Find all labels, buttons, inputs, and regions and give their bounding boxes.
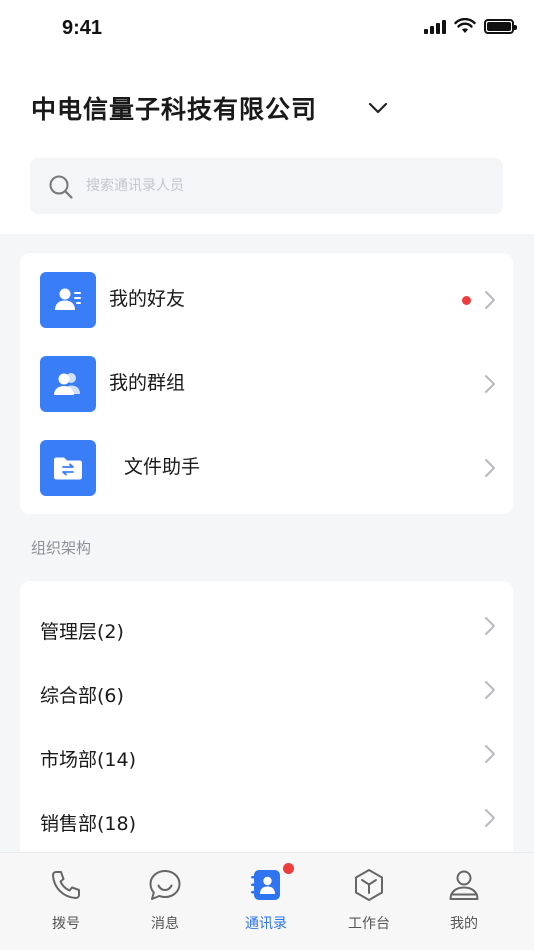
chevron-right-icon xyxy=(485,375,495,393)
status-time: 9:41 xyxy=(62,17,103,39)
department-item[interactable]: 综合部(6) xyxy=(20,659,513,723)
status-bar: 9:41 xyxy=(0,0,534,58)
tab-label: 工作台 xyxy=(348,916,390,932)
department-item[interactable]: 销售部(18) xyxy=(20,787,513,851)
quick-item-label: 我的群组 xyxy=(109,372,186,394)
battery-icon xyxy=(484,18,517,34)
chevron-right-icon xyxy=(485,745,495,763)
department-label: 销售部(18) xyxy=(40,813,137,835)
profile-icon xyxy=(449,870,479,900)
quick-item-groups[interactable]: 我的群组 xyxy=(20,337,513,421)
search-input[interactable] xyxy=(86,158,486,214)
chevron-right-icon xyxy=(485,459,495,477)
signal-icon xyxy=(424,19,446,34)
chevron-down-icon[interactable] xyxy=(366,98,390,118)
notification-dot xyxy=(283,863,294,874)
tab-label: 通讯录 xyxy=(245,916,287,932)
quick-links-card: 我的好友 我的群组 文件助手 xyxy=(20,253,513,514)
tab-profile[interactable]: 我的 xyxy=(414,853,514,950)
quick-item-label: 我的好友 xyxy=(109,288,186,310)
tab-contacts[interactable]: 通讯录 xyxy=(216,853,316,950)
contacts-icon xyxy=(251,870,280,900)
quick-item-label: 文件助手 xyxy=(124,456,201,478)
chevron-right-icon xyxy=(485,291,495,309)
notification-dot xyxy=(462,296,471,305)
quick-item-file-assistant[interactable]: 文件助手 xyxy=(20,421,513,505)
friends-icon xyxy=(40,272,96,328)
chevron-right-icon xyxy=(485,809,495,827)
tab-workbench[interactable]: 工作台 xyxy=(319,853,419,950)
tab-label: 拨号 xyxy=(52,916,80,932)
department-label: 管理层(2) xyxy=(40,621,124,643)
header-area: 9:41 中电信量子科技有限公司 xyxy=(0,0,534,234)
search-icon xyxy=(49,175,73,199)
status-icons xyxy=(424,18,517,34)
file-transfer-icon xyxy=(40,440,96,496)
search-bar[interactable] xyxy=(30,158,503,214)
department-label: 市场部(14) xyxy=(40,749,137,771)
tab-messages[interactable]: 消息 xyxy=(115,853,215,950)
phone-icon xyxy=(52,871,80,899)
department-item[interactable]: 管理层(2) xyxy=(20,595,513,659)
wifi-icon xyxy=(454,18,476,33)
workbench-icon xyxy=(355,869,383,901)
message-icon xyxy=(149,870,181,900)
chevron-right-icon xyxy=(485,617,495,635)
tab-bar: 拨号 消息 通讯录 工作台 我的 xyxy=(0,852,534,950)
group-icon xyxy=(40,356,96,412)
tab-dial[interactable]: 拨号 xyxy=(16,853,116,950)
section-title-org: 组织架构 xyxy=(31,539,92,557)
org-structure-card: 管理层(2) 综合部(6) 市场部(14) 销售部(18) xyxy=(20,581,513,856)
quick-item-friends[interactable]: 我的好友 xyxy=(20,253,513,337)
tab-label: 我的 xyxy=(450,916,478,932)
department-label: 综合部(6) xyxy=(40,685,124,707)
department-item[interactable]: 市场部(14) xyxy=(20,723,513,787)
company-name[interactable]: 中电信量子科技有限公司 xyxy=(31,90,317,126)
chevron-right-icon xyxy=(485,681,495,699)
tab-label: 消息 xyxy=(151,916,179,932)
